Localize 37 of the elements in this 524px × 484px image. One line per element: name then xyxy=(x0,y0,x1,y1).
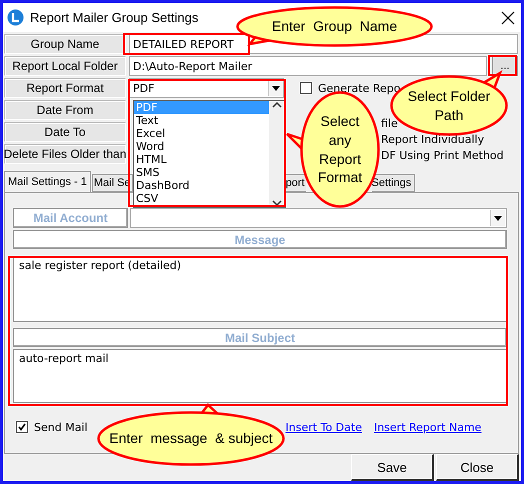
field-label: Group Name xyxy=(4,34,126,54)
scroll-down-icon[interactable] xyxy=(272,199,282,207)
callout-text: Enter message & subject xyxy=(109,429,273,448)
field-label: Report Local Folder xyxy=(4,56,126,76)
option-label: Generate Repo xyxy=(318,82,400,95)
insert-link[interactable]: Insert Report Name xyxy=(374,420,482,434)
checkbox[interactable] xyxy=(300,82,312,94)
section-header: Message xyxy=(13,230,507,250)
field-label: Date From xyxy=(4,100,126,120)
scrollbar[interactable] xyxy=(269,101,285,207)
callout-text: Select any Report Format xyxy=(316,112,364,188)
save-button[interactable]: Save xyxy=(351,454,434,481)
option-label: Report Individually xyxy=(381,132,484,146)
close-icon[interactable] xyxy=(501,10,515,25)
tab[interactable]: port xyxy=(286,174,306,192)
option-label: DF Using Print Method xyxy=(381,148,504,162)
field-label: Date To xyxy=(4,122,126,142)
field-label: Report Format xyxy=(4,78,126,98)
field-label: Mail Account xyxy=(13,208,128,228)
close-button[interactable]: Close xyxy=(436,454,519,481)
text-field[interactable]: D:\Auto-Report Mailer xyxy=(129,56,487,76)
tab[interactable]: Settings xyxy=(372,174,416,192)
scroll-up-icon[interactable] xyxy=(272,101,282,109)
app-logo-icon xyxy=(7,9,24,26)
subject-field[interactable]: auto-report mail xyxy=(13,349,507,404)
callout-text: Select Folder Path xyxy=(406,86,492,124)
window-title: Report Mailer Group Settings xyxy=(30,10,200,26)
section-header: Mail Subject xyxy=(13,328,507,348)
tab[interactable]: Mail Settings - 1 xyxy=(4,171,91,192)
option-label: file xyxy=(381,116,398,130)
callout-text: Enter Group Name xyxy=(272,17,398,36)
checkbox[interactable] xyxy=(16,421,28,434)
checkbox-label: Send Mail xyxy=(34,420,88,434)
checkmark-icon xyxy=(18,423,26,432)
insert-link[interactable]: Insert To Date xyxy=(286,420,362,434)
field-label: Delete Files Older than xyxy=(4,144,126,164)
message-field[interactable]: sale register report (detailed) xyxy=(13,256,507,322)
